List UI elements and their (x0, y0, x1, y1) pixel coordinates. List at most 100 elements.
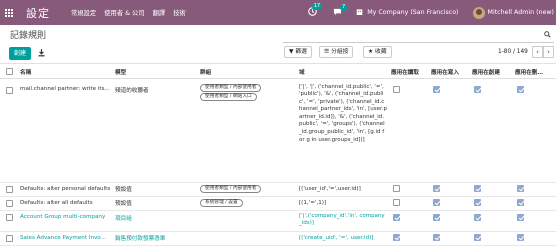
column-apply-unlink[interactable]: 應用在刪… (513, 66, 556, 79)
groupby-label: 分組按 (331, 49, 349, 55)
company-switcher[interactable]: My Company (San Francisco) (367, 9, 458, 16)
activity-icon[interactable]: 17 (308, 3, 323, 18)
apply-create-checkbox (474, 233, 481, 241)
column-apply-create[interactable]: 應用在創建 (470, 66, 513, 79)
apply-write-checkbox (433, 198, 440, 206)
rule-model: 預設值 (113, 196, 198, 211)
menu-translations[interactable]: 翻譯 (153, 8, 166, 17)
rule-model: 預設值 (113, 182, 198, 197)
filters-label: 篩選 (295, 49, 307, 55)
apply-create-checkbox (474, 198, 481, 206)
apply-read-checkbox (393, 213, 400, 221)
group-tag: 使用者類型 / 內部使用者 (200, 184, 262, 193)
apply-read-checkbox (393, 184, 400, 192)
apply-write-checkbox (433, 213, 440, 221)
rule-model: 頻道的收聽者 (113, 78, 198, 183)
groupby-button[interactable]: ☰ 分組按 (319, 46, 354, 58)
search-input[interactable] (283, 29, 554, 43)
apply-create-checkbox (474, 85, 481, 93)
rule-name: Defaults: alter personal defaults (18, 182, 113, 197)
messages-icon[interactable]: 7 (333, 3, 348, 18)
table-row[interactable]: Defaults: alter all defaults 預設值 系統管理 / … (0, 196, 556, 211)
rule-domain: [(1,'=',1)] (297, 196, 389, 211)
apply-unlink-checkbox (517, 233, 524, 241)
filter-icon: ▼ (289, 49, 294, 55)
apply-unlink-checkbox (517, 213, 524, 221)
table-row[interactable]: Sales Advance Payment Invo... 銷售預付款發票憑單 … (0, 231, 556, 246)
top-navbar: 設定 常規設定 使用者 & 公司 翻譯 技術 17 7 My Company (… (0, 0, 556, 25)
rule-domain: ['|', '|', ('channel_id.public', '=', 'p… (297, 78, 389, 183)
rules-table: 名稱 模型 群組 域 應用在讀取 應用在寫入 應用在創建 應用在刪… mail.… (0, 66, 556, 246)
column-groups[interactable]: 群組 (198, 66, 297, 79)
column-model[interactable]: 模型 (113, 66, 198, 79)
row-checkbox[interactable] (6, 86, 13, 94)
rule-groups: 系統管理 / 設置 (198, 196, 297, 211)
company-icon (356, 8, 363, 17)
apply-unlink-checkbox (517, 198, 524, 206)
apply-write-checkbox (433, 184, 440, 192)
apps-grid-icon[interactable] (5, 8, 13, 17)
column-apply-read[interactable]: 應用在讀取 (389, 66, 429, 79)
pager-value[interactable]: 1-80 / 149 (498, 49, 528, 55)
menu-general-settings[interactable]: 常規設定 (71, 8, 96, 17)
rule-domain: [('create_uid', '=', user.id)] (297, 231, 389, 246)
row-checkbox[interactable] (6, 234, 13, 242)
rule-model: 銷售預付款發票憑單 (113, 231, 198, 246)
groupby-icon: ☰ (324, 49, 330, 55)
message-count-badge: 7 (340, 3, 348, 11)
apply-create-checkbox (474, 184, 481, 192)
rule-domain: [('user_id','=',user.id)] (297, 182, 389, 197)
star-icon: ★ (368, 49, 374, 55)
filters-button[interactable]: ▼ 篩選 (284, 46, 312, 58)
rule-name: Defaults: alter all defaults (18, 196, 113, 211)
favorites-label: 收藏 (375, 49, 387, 55)
column-name[interactable]: 名稱 (18, 66, 113, 79)
rule-name: Account Group multi-company (18, 210, 113, 232)
user-menu[interactable]: Mitchell Admin (new) (488, 9, 554, 16)
rule-groups: 使用者類型 / 內部使用者 (198, 182, 297, 197)
table-header-row: 名稱 模型 群組 域 應用在讀取 應用在寫入 應用在創建 應用在刪… (0, 66, 556, 79)
pager-prev-icon[interactable]: ‹ (532, 46, 543, 58)
app-title[interactable]: 設定 (26, 5, 50, 21)
column-domain[interactable]: 域 (297, 66, 389, 79)
apply-read-checkbox (393, 85, 400, 93)
apply-unlink-checkbox (517, 184, 524, 192)
apply-write-checkbox (433, 85, 440, 93)
download-icon[interactable] (37, 49, 45, 58)
apply-read-checkbox (393, 233, 400, 241)
menu-users-companies[interactable]: 使用者 & 公司 (104, 8, 144, 17)
menu-technical[interactable]: 技術 (173, 8, 186, 17)
user-avatar[interactable] (472, 6, 485, 19)
row-checkbox[interactable] (6, 213, 13, 221)
table-row[interactable]: Account Group multi-company 項目組 ['|',('c… (0, 210, 556, 232)
favorites-button[interactable]: ★ 收藏 (363, 46, 392, 58)
apply-write-checkbox (433, 233, 440, 241)
page-title: 記錄規則 (10, 31, 47, 41)
group-tag: 系統管理 / 設置 (200, 198, 243, 207)
rule-groups (198, 231, 297, 246)
rule-name: Sales Advance Payment Invo... (18, 231, 113, 246)
main-menu: 常規設定 使用者 & 公司 翻譯 技術 (71, 8, 186, 17)
rule-domain: ['|',('company_id','in', company_ids)] (297, 210, 389, 232)
apply-read-checkbox (393, 198, 400, 206)
rule-groups: 使用者類型 / 內部使用者 使用者類型 / 網站入口 (198, 78, 297, 183)
group-tag: 使用者類型 / 網站入口 (200, 92, 257, 101)
rule-model: 項目組 (113, 210, 198, 232)
column-apply-write[interactable]: 應用在寫入 (429, 66, 470, 79)
rule-name: mail.channel partner: write its... (18, 78, 113, 183)
search-icon[interactable] (544, 31, 551, 40)
table-row[interactable]: mail.channel partner: write its... 頻道的收聽… (0, 78, 556, 183)
apply-unlink-checkbox (517, 85, 524, 93)
pager-next-icon[interactable]: › (543, 46, 554, 58)
table-row[interactable]: Defaults: alter personal defaults 預設值 使用… (0, 182, 556, 197)
row-checkbox[interactable] (6, 199, 13, 207)
group-tag: 使用者類型 / 內部使用者 (200, 83, 262, 92)
select-all-checkbox[interactable] (6, 68, 13, 76)
control-panel: 記錄規則 創建 ▼ 篩選 ☰ 分組按 ★ 收藏 1-80 / 149 ‹ › (0, 25, 556, 64)
apply-create-checkbox (474, 213, 481, 221)
activity-count-badge: 17 (311, 3, 323, 10)
create-button[interactable]: 創建 (9, 47, 31, 60)
row-checkbox[interactable] (6, 185, 13, 193)
navbar-right: 17 7 My Company (San Francisco) Mitchell… (308, 0, 556, 25)
rule-groups (198, 210, 297, 232)
